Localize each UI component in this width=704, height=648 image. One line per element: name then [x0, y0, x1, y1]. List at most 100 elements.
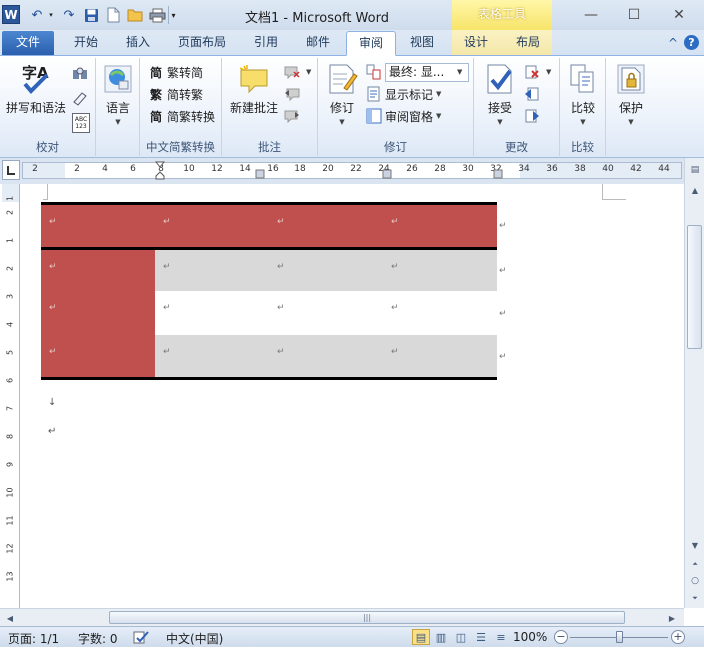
minimize-button[interactable]: —	[574, 3, 608, 27]
table-cell[interactable]: ↵	[41, 202, 155, 250]
select-browse-object-icon[interactable]: ○	[687, 573, 703, 589]
zoom-in-button[interactable]: +	[671, 630, 685, 644]
horizontal-scroll-thumb[interactable]: |||	[109, 611, 625, 624]
previous-comment-button[interactable]	[284, 84, 303, 104]
display-for-review-control[interactable]: 最终: 显... ▼	[366, 62, 469, 82]
show-markup-button[interactable]: 显示标记 ▼	[366, 84, 441, 104]
draft-view-icon[interactable]: ≡	[492, 629, 510, 645]
tab-home[interactable]: 开始	[62, 31, 110, 56]
accept-button[interactable]: 接受 ▼	[480, 58, 520, 126]
compare-button[interactable]: 比较 ▼	[564, 58, 602, 126]
indent-marker-icon[interactable]	[155, 161, 165, 180]
table-cell[interactable]: ↵	[155, 334, 269, 380]
print-layout-view-icon[interactable]: ▤	[412, 629, 430, 645]
tab-insert[interactable]: 插入	[114, 31, 162, 56]
display-for-review-dropdown-icon[interactable]: ▼	[457, 68, 462, 76]
page-count[interactable]: 页面: 1/1	[8, 630, 59, 647]
paragraph-mark[interactable]: ↓	[48, 397, 56, 408]
outline-view-icon[interactable]: ☰	[472, 629, 490, 645]
tab-view[interactable]: 视图	[398, 31, 446, 56]
language-button[interactable]: 语言 ▼	[100, 58, 136, 126]
previous-change-button[interactable]	[524, 84, 543, 104]
customize-qat-icon[interactable]: ▾	[168, 6, 178, 24]
help-icon[interactable]: ?	[684, 35, 699, 50]
table-cell[interactable]: ↵	[41, 248, 155, 292]
traditional-to-simplified-button[interactable]: 简 繁转简	[148, 62, 203, 82]
vertical-ruler[interactable]: 1 2 1 2 3 4 5 6 7 8 9 10 11 12 13	[2, 184, 20, 608]
table-cell[interactable]: ↵	[269, 334, 383, 380]
tab-page-layout[interactable]: 页面布局	[170, 31, 234, 56]
table-cell[interactable]: ↵	[269, 202, 383, 250]
horizontal-scrollbar[interactable]: ◀ ||| ▶	[0, 608, 684, 626]
table-cell[interactable]: ↵	[269, 248, 383, 292]
tab-review[interactable]: 审阅	[346, 31, 396, 56]
table-cell[interactable]: ↵	[269, 291, 383, 335]
ruler-toggle-icon[interactable]: ▤	[687, 162, 703, 178]
column-marker-icon[interactable]	[382, 169, 392, 179]
scroll-down-icon[interactable]: ▼	[687, 537, 703, 553]
next-comment-button[interactable]	[284, 106, 303, 126]
word-count[interactable]: 字数: 0	[78, 630, 118, 647]
save-icon[interactable]	[82, 6, 100, 24]
track-changes-button[interactable]: 修订 ▼	[322, 58, 362, 126]
reviewing-pane-button[interactable]: 审阅窗格 ▼	[366, 106, 441, 126]
proofing-status-icon[interactable]	[132, 629, 150, 648]
new-comment-button[interactable]: 新建批注	[226, 58, 282, 116]
table-cell[interactable]: ↵	[155, 291, 269, 335]
next-page-icon[interactable]: ⏷	[687, 590, 703, 606]
document-table[interactable]: ↵ ↵ ↵ ↵ ↵ ↵ ↵ ↵ ↵ ↵ ↵ ↵ ↵ ↵ ↵ ↵	[41, 202, 497, 380]
table-cell[interactable]: ↵	[383, 248, 497, 292]
word-app-icon[interactable]: W	[2, 5, 20, 24]
undo-dropdown-icon[interactable]: ▾	[46, 6, 56, 24]
protect-button[interactable]: 保护 ▼	[612, 58, 650, 126]
table-cell[interactable]: ↵	[383, 334, 497, 380]
table-cell[interactable]: ↵	[155, 248, 269, 292]
close-button[interactable]: ✕	[662, 3, 696, 27]
simplified-to-traditional-button[interactable]: 繁 简转繁	[148, 84, 203, 104]
thesaurus-button[interactable]	[72, 88, 91, 108]
open-folder-icon[interactable]	[126, 6, 144, 24]
word-count-button[interactable]: ABC 123	[72, 112, 93, 134]
vertical-scroll-thumb[interactable]	[687, 225, 702, 349]
horizontal-ruler[interactable]: 2 2 4 6 8 10 12 14 16 18 20 22 24 26 28 …	[22, 161, 682, 180]
delete-comment-button[interactable]: ▼	[284, 62, 311, 82]
tab-mailings[interactable]: 邮件	[294, 31, 342, 56]
tab-file[interactable]: 文件	[2, 31, 54, 55]
paragraph-mark[interactable]: ↵	[48, 426, 56, 437]
app-name: Microsoft Word	[292, 11, 389, 26]
maximize-button[interactable]: ☐	[617, 3, 651, 27]
full-screen-reading-view-icon[interactable]: ▥	[432, 629, 450, 645]
zoom-slider-thumb[interactable]	[616, 631, 623, 643]
zoom-out-button[interactable]: −	[554, 630, 568, 644]
document-page[interactable]: ↵ ↵ ↵ ↵ ↵ ↵ ↵ ↵ ↵ ↵ ↵ ↵ ↵ ↵ ↵ ↵ ↵ ↵ ↵ ↵ …	[21, 184, 684, 608]
table-cell[interactable]: ↵	[155, 202, 269, 250]
table-cell[interactable]: ↵	[383, 202, 497, 250]
tab-layout[interactable]: 布局	[504, 31, 552, 56]
column-marker-icon[interactable]	[493, 169, 503, 179]
reject-button[interactable]: ▼	[524, 62, 551, 82]
redo-icon[interactable]: ↷	[60, 6, 78, 24]
language-status[interactable]: 中文(中国)	[166, 630, 223, 647]
scroll-up-icon[interactable]: ▲	[687, 182, 703, 198]
undo-icon[interactable]: ↶	[28, 6, 46, 24]
new-document-icon[interactable]	[104, 6, 122, 24]
tab-references[interactable]: 引用	[242, 31, 290, 56]
tab-selector-button[interactable]	[2, 160, 20, 180]
print-preview-icon[interactable]	[148, 6, 166, 24]
table-cell[interactable]: ↵	[41, 291, 155, 335]
table-cell[interactable]: ↵	[383, 291, 497, 335]
column-marker-icon[interactable]	[255, 169, 265, 179]
scroll-left-icon[interactable]: ◀	[2, 610, 18, 626]
chinese-convert-button[interactable]: 简 简繁转换	[148, 106, 215, 126]
previous-page-icon[interactable]: ⏶	[687, 556, 703, 572]
zoom-level[interactable]: 100%	[513, 630, 547, 644]
scroll-right-icon[interactable]: ▶	[664, 610, 680, 626]
vertical-scrollbar[interactable]: ▤ ▲ ▼ ⏶ ○ ⏷	[684, 158, 704, 608]
collapse-ribbon-icon[interactable]: ^	[665, 35, 681, 51]
spelling-grammar-button[interactable]: 字A 拼写和语法	[3, 58, 69, 116]
web-layout-view-icon[interactable]: ◫	[452, 629, 470, 645]
research-button[interactable]	[72, 64, 91, 84]
next-change-button[interactable]	[524, 106, 543, 126]
tab-design[interactable]: 设计	[452, 31, 500, 56]
table-cell[interactable]: ↵	[41, 334, 155, 380]
